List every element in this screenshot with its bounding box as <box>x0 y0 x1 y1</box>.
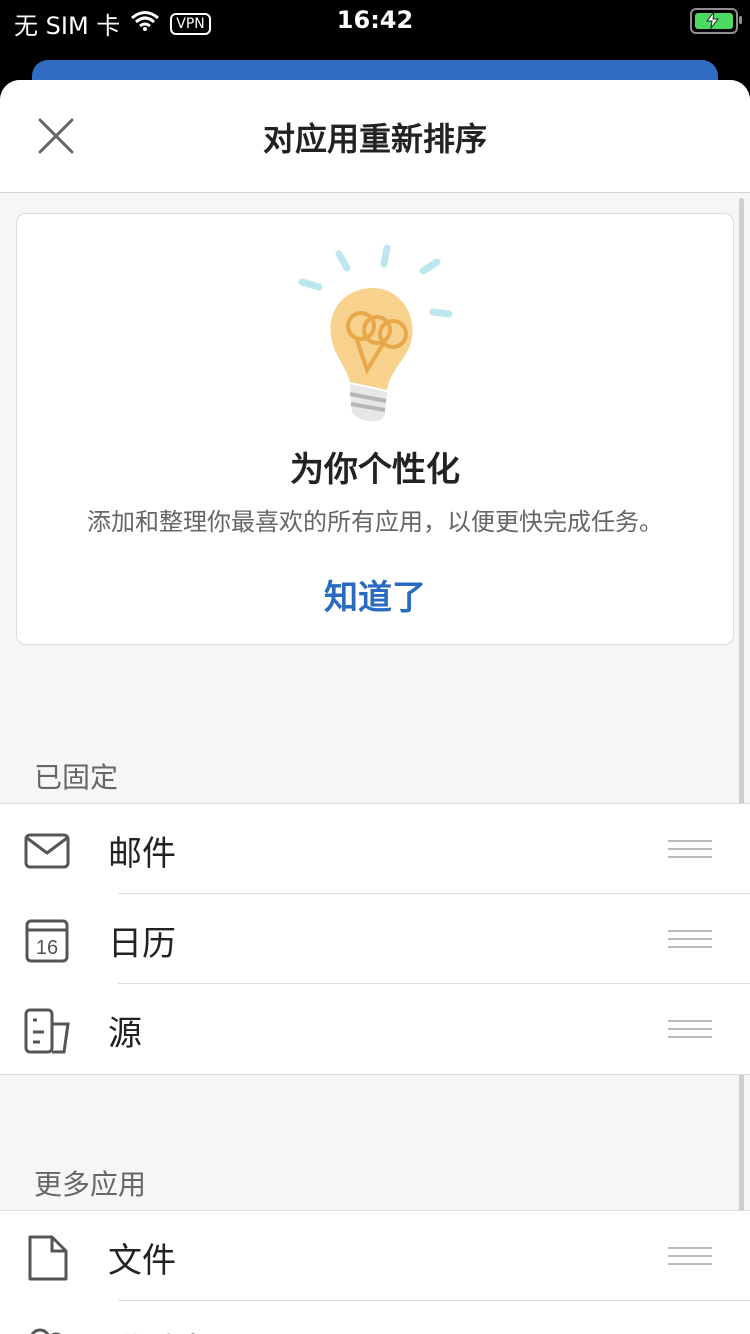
calendar-date-badge: 16 <box>36 937 58 959</box>
list-item-feed[interactable]: 源 <box>0 984 750 1074</box>
list-item-label: 日历 <box>108 924 176 964</box>
more-apps-section-label: 更多应用 <box>34 1168 147 1201</box>
drag-handle-icon[interactable] <box>668 1246 712 1266</box>
status-time: 16:42 <box>336 6 414 34</box>
list-item-label: 源 <box>108 1014 142 1054</box>
file-icon <box>28 1235 68 1281</box>
mail-icon <box>24 833 70 869</box>
reorder-sheet: 对应用重新排序 为你个性化 添加和整理你最喜欢的所有应用，以便更快完成任务。 知… <box>0 80 750 1334</box>
drag-handle-icon[interactable] <box>668 839 712 859</box>
lightbulb-icon <box>298 244 453 422</box>
got-it-button[interactable]: 知道了 <box>17 570 733 619</box>
sheet-header: 对应用重新排序 <box>0 80 750 193</box>
list-item-mail[interactable]: 邮件 <box>0 804 750 894</box>
contacts-icon <box>30 1328 61 1334</box>
drag-handle-icon[interactable] <box>668 1019 712 1039</box>
list-item-files[interactable]: 文件 <box>0 1211 750 1301</box>
drag-handle-icon[interactable] <box>668 929 712 949</box>
page-title: 对应用重新排序 <box>262 120 487 158</box>
list-item-calendar[interactable]: 16 日历 <box>0 894 750 984</box>
list-item-label: 邮件 <box>108 834 176 874</box>
list-item-contacts[interactable]: 联系人 <box>0 1301 750 1334</box>
tip-description: 添加和整理你最喜欢的所有应用，以便更快完成任务。 <box>87 508 663 536</box>
pinned-section-label: 已固定 <box>34 761 119 794</box>
more-apps-list: 文件 联系人 <box>0 1210 750 1334</box>
feed-icon <box>24 1008 70 1054</box>
calendar-icon: 16 <box>25 919 69 963</box>
list-item-label: 联系人 <box>108 1323 210 1334</box>
list-item-label: 文件 <box>108 1241 176 1281</box>
tip-card: 为你个性化 添加和整理你最喜欢的所有应用，以便更快完成任务。 知道了 <box>16 213 734 645</box>
status-bar: 无 SIM 卡 VPN 16:42 <box>0 0 750 44</box>
battery-icon <box>690 8 742 34</box>
tip-title: 为你个性化 <box>290 450 460 490</box>
pinned-list: 邮件 16 日历 源 <box>0 803 750 1075</box>
